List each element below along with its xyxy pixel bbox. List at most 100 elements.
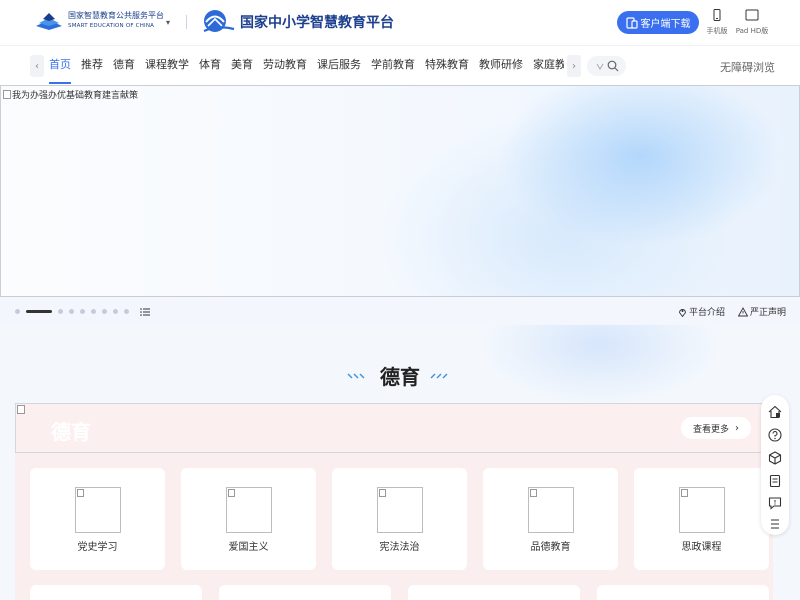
- nav-item[interactable]: 美育: [226, 46, 258, 84]
- category-card[interactable]: 品德教育: [483, 468, 618, 570]
- card-image: [75, 487, 121, 533]
- voice-icon: [596, 63, 603, 70]
- smart-education-logo-icon: [34, 11, 64, 31]
- nav-scroll-left-icon[interactable]: ‹: [30, 55, 44, 77]
- home-icon[interactable]: [768, 405, 782, 419]
- nav-item[interactable]: 家庭教育: [528, 46, 564, 84]
- broken-image-icon: [3, 90, 11, 99]
- card-label: 党史学习: [77, 542, 118, 553]
- nav-item[interactable]: 劳动教育: [258, 46, 312, 84]
- broken-image-icon: [681, 489, 688, 497]
- card-label: 思政课程: [681, 542, 722, 553]
- client-download-label: 客户端下载: [640, 19, 691, 30]
- feedback-icon[interactable]: [768, 496, 782, 510]
- carousel-dot[interactable]: [124, 309, 129, 314]
- view-more-label: 查看更多: [692, 424, 729, 435]
- search-icon: [607, 60, 618, 72]
- broken-image-icon: [77, 489, 84, 497]
- carousel-controls: 平台介绍 严正声明: [0, 297, 800, 325]
- carousel-dot[interactable]: [80, 309, 85, 314]
- statement-link[interactable]: 严正声明: [738, 305, 786, 318]
- nav-item[interactable]: 学前教育: [366, 46, 420, 84]
- smart-education-logo[interactable]: 国家智慧教育公共服务平台 SMART EDUCATION OF CHINA: [34, 11, 164, 31]
- mobile-version-link[interactable]: 手机版: [697, 9, 737, 36]
- tablet-icon: [732, 9, 772, 23]
- side-toolbar: [761, 395, 789, 535]
- banner-image-alt: 我为办强办优基础教育建言献策: [3, 88, 138, 101]
- carousel-dot[interactable]: [69, 309, 74, 314]
- broken-image-icon: [228, 489, 235, 497]
- section-title: 德育: [380, 365, 420, 389]
- view-more-button[interactable]: 查看更多 ›: [681, 417, 751, 439]
- pad-version-label: Pad HD版: [735, 27, 769, 35]
- carousel-dot[interactable]: [91, 309, 96, 314]
- broken-image-icon: [530, 489, 537, 497]
- carousel-dot[interactable]: [15, 309, 20, 314]
- card-image: [679, 487, 725, 533]
- platform-intro-link[interactable]: 平台介绍: [678, 305, 725, 318]
- broken-image-icon: [17, 405, 25, 414]
- platform-logo[interactable]: 国家中小学智慧教育平台: [200, 9, 394, 35]
- nav-item[interactable]: 课后服务: [312, 46, 366, 84]
- platform-switch-caret-icon[interactable]: ▾: [166, 18, 170, 27]
- accessible-browse-link[interactable]: 无障碍浏览: [720, 59, 775, 75]
- section-banner-title: 德育: [51, 420, 91, 444]
- nav-search-button[interactable]: [587, 56, 626, 76]
- category-card[interactable]: 宪法法治: [332, 468, 467, 570]
- cube-icon[interactable]: [768, 451, 782, 465]
- top-header: 国家智慧教育公共服务平台 SMART EDUCATION OF CHINA ▾ …: [0, 0, 800, 45]
- nav-scroll-right-icon[interactable]: ›: [567, 55, 581, 77]
- smart-education-logo-en: SMART EDUCATION OF CHINA: [68, 23, 155, 29]
- card-image: [528, 487, 574, 533]
- mobile-version-label: 手机版: [706, 27, 728, 35]
- smart-education-logo-cn: 国家智慧教育公共服务平台: [68, 11, 164, 20]
- carousel-dot[interactable]: [113, 309, 118, 314]
- nav-item[interactable]: 首页: [44, 46, 76, 84]
- nav-item[interactable]: 课程教学: [140, 46, 194, 84]
- device-icon: [625, 16, 638, 29]
- menu-icon[interactable]: [768, 517, 782, 531]
- category-card[interactable]: 党史学习: [30, 468, 165, 570]
- platform-title: 国家中小学智慧教育平台: [240, 15, 394, 31]
- broken-image-icon: [379, 489, 386, 497]
- nav-item[interactable]: 特殊教育: [420, 46, 474, 84]
- category-card-row2[interactable]: [408, 585, 580, 600]
- category-card-row2[interactable]: [597, 585, 769, 600]
- card-image: [377, 487, 423, 533]
- nav-item[interactable]: 教师研修: [474, 46, 528, 84]
- category-card[interactable]: 爱国主义: [181, 468, 316, 570]
- title-decoration-right-icon: [430, 373, 448, 379]
- nav-items: 首页推荐德育课程教学体育美育劳动教育课后服务学前教育特殊教育教师研修家庭教育教: [44, 46, 564, 86]
- card-label: 爱国主义: [228, 542, 269, 553]
- chevron-right-icon: ›: [735, 422, 739, 434]
- carousel-dot[interactable]: [102, 309, 107, 314]
- client-download-button[interactable]: 客户端下载: [617, 11, 699, 34]
- card-image: [226, 487, 272, 533]
- category-card-row2[interactable]: [30, 585, 202, 600]
- platform-intro-label: 平台介绍: [689, 308, 726, 318]
- category-card-row2[interactable]: [219, 585, 391, 600]
- platform-logo-icon: [203, 10, 235, 33]
- document-icon[interactable]: [768, 474, 782, 488]
- nav-item[interactable]: 德育: [108, 46, 140, 84]
- pad-version-link[interactable]: Pad HD版: [732, 9, 772, 36]
- section-banner: 德育 查看更多 ›: [15, 403, 773, 453]
- nav-item[interactable]: 体育: [194, 46, 226, 84]
- category-card[interactable]: 思政课程: [634, 468, 769, 570]
- main-nav: ‹ 首页推荐德育课程教学体育美育劳动教育课后服务学前教育特殊教育教师研修家庭教育…: [0, 45, 800, 85]
- banner-alt-text: 我为办强办优基础教育建言献策: [12, 91, 139, 101]
- phone-icon: [697, 9, 737, 23]
- warning-icon: [738, 306, 748, 316]
- category-cards: 党史学习 爱国主义 宪法法治 品德教育 思政课程: [15, 453, 773, 600]
- slide-list-icon[interactable]: [140, 306, 150, 316]
- nav-item[interactable]: 推荐: [76, 46, 108, 84]
- card-label: 宪法法治: [379, 542, 420, 553]
- hero-banner[interactable]: 我为办强办优基础教育建言献策: [0, 85, 800, 297]
- carousel-dot[interactable]: [26, 310, 52, 313]
- header-divider: [186, 15, 187, 29]
- card-label: 品德教育: [530, 542, 571, 553]
- help-icon[interactable]: [768, 428, 782, 442]
- location-pin-icon: [679, 308, 686, 317]
- carousel-dot[interactable]: [58, 309, 63, 314]
- statement-label: 严正声明: [750, 308, 787, 318]
